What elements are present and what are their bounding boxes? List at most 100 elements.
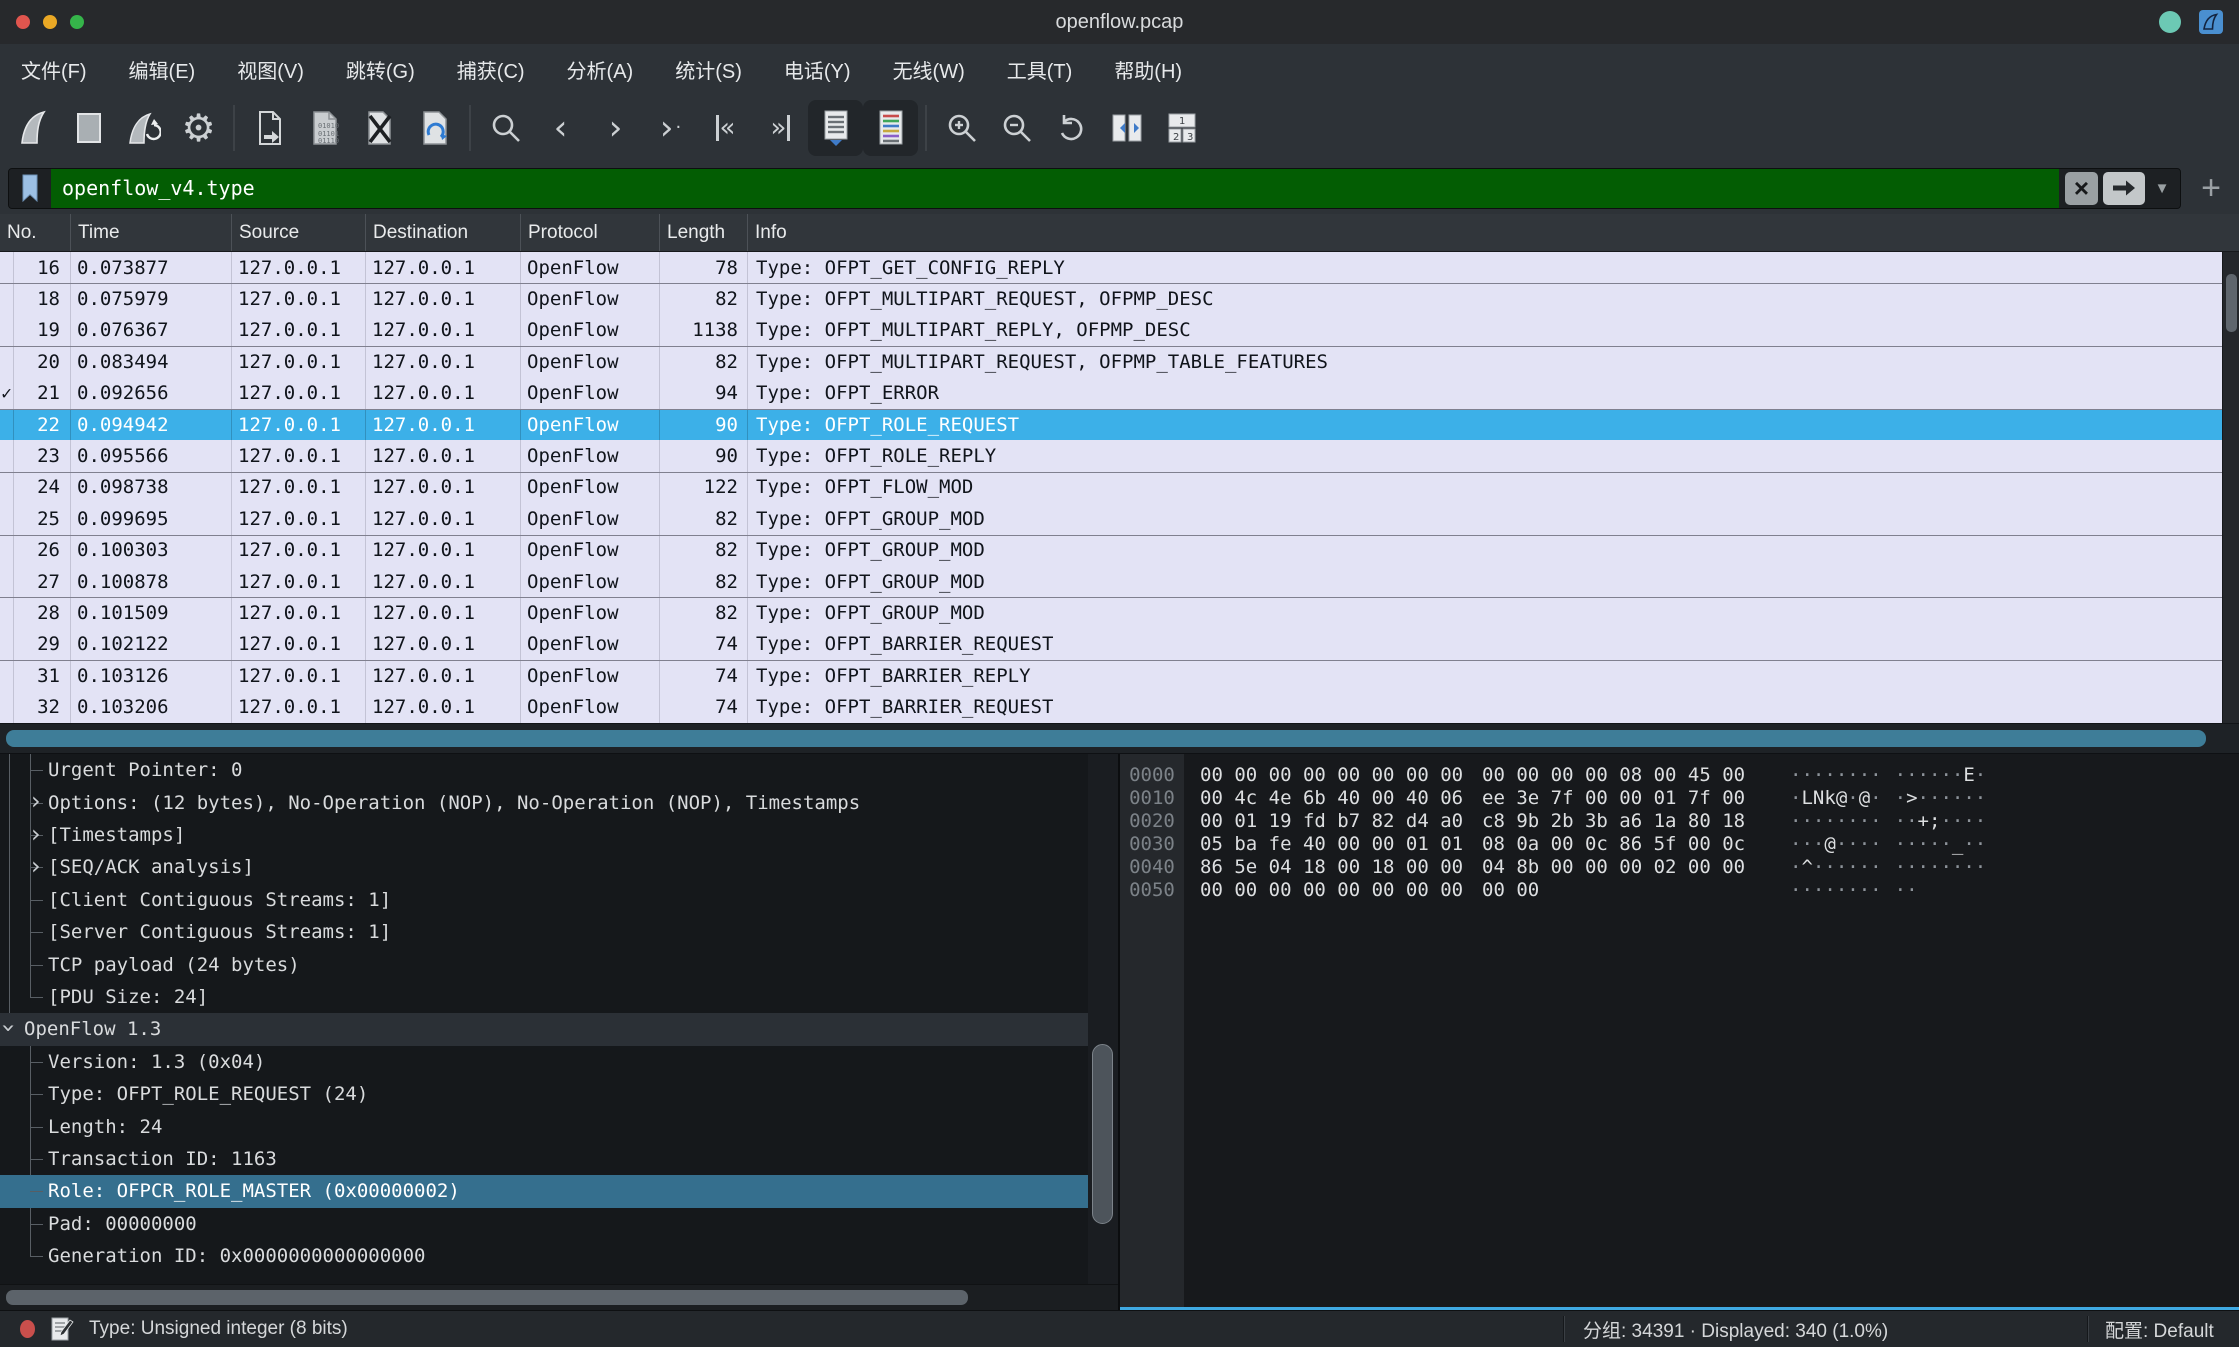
reload-file-button[interactable]	[407, 100, 462, 156]
display-filter-input[interactable]: openflow_v4.type	[51, 169, 2059, 208]
resize-columns-button[interactable]	[1099, 100, 1154, 156]
column-header-length[interactable]: Length	[660, 214, 748, 251]
auto-scroll-toggle[interactable]	[808, 100, 863, 156]
menu-item-1[interactable]: 文件(F)	[0, 55, 108, 84]
packet-row[interactable]: ✓210.092656127.0.0.1127.0.0.1OpenFlow94T…	[0, 378, 2239, 409]
colorize-toggle[interactable]	[863, 100, 918, 156]
detail-row[interactable]: Transaction ID: 1163	[0, 1143, 1088, 1175]
number-columns-button[interactable]: 123	[1154, 100, 1209, 156]
column-header-info[interactable]: Info	[748, 214, 2239, 251]
hex-row[interactable]: 001000 4c 4e 6b 40 00 40 06ee 3e 7f 00 0…	[1120, 786, 2239, 809]
menu-item-2[interactable]: 编辑(E)	[108, 55, 217, 84]
cell-info: Type: OFPT_BARRIER_REPLY	[748, 660, 2239, 691]
menu-item-8[interactable]: 电话(Y)	[763, 55, 872, 84]
column-header-no[interactable]: No.	[0, 214, 71, 251]
filter-add-button[interactable]: +	[2193, 170, 2229, 206]
detail-row[interactable]: ›Options: (12 bytes), No-Operation (NOP)…	[0, 786, 1088, 818]
hex-row[interactable]: 000000 00 00 00 00 00 00 0000 00 00 00 0…	[1120, 763, 2239, 786]
menu-item-7[interactable]: 统计(S)	[654, 55, 763, 84]
menu-item-6[interactable]: 分析(A)	[546, 55, 655, 84]
restart-capture-button[interactable]	[116, 100, 171, 156]
close-file-button[interactable]	[352, 100, 407, 156]
packet-row[interactable]: 230.095566127.0.0.1127.0.0.1OpenFlow90Ty…	[0, 440, 2239, 471]
packet-row[interactable]: 260.100303127.0.0.1127.0.0.1OpenFlow82Ty…	[0, 535, 2239, 566]
expand-arrow-icon[interactable]: ›	[31, 854, 41, 878]
hex-row[interactable]: 003005 ba fe 40 00 00 01 0108 0a 00 0c 8…	[1120, 832, 2239, 855]
capture-options-button[interactable]: ⚙	[171, 100, 226, 156]
menu-item-5[interactable]: 捕获(C)	[436, 55, 546, 84]
scrollbar-handle[interactable]	[1092, 1044, 1113, 1224]
filter-clear-button[interactable]: ×	[2065, 172, 2098, 205]
column-header-time[interactable]: Time	[71, 214, 232, 251]
status-bar: Type: Unsigned integer (8 bits) 分组: 3439…	[0, 1310, 2239, 1347]
scrollbar-handle[interactable]	[6, 1290, 968, 1305]
detail-row[interactable]: Urgent Pointer: 0	[0, 754, 1088, 786]
packet-list-horizontal-scrollbar[interactable]	[0, 723, 2239, 754]
filter-bookmark-button[interactable]	[9, 169, 51, 208]
detail-row[interactable]: [PDU Size: 24]	[0, 981, 1088, 1013]
packet-row[interactable]: 280.101509127.0.0.1127.0.0.1OpenFlow82Ty…	[0, 597, 2239, 628]
packet-row[interactable]: 290.102122127.0.0.1127.0.0.1OpenFlow74Ty…	[0, 629, 2239, 660]
collapse-arrow-icon[interactable]: ›	[0, 1023, 21, 1033]
packet-row[interactable]: 180.075979127.0.0.1127.0.0.1OpenFlow82Ty…	[0, 283, 2239, 314]
column-header-protocol[interactable]: Protocol	[521, 214, 660, 251]
filter-dropdown-button[interactable]: ▼	[2150, 180, 2174, 197]
go-forward-button[interactable]: ›	[588, 100, 643, 156]
details-horizontal-scrollbar[interactable]	[0, 1284, 1118, 1310]
detail-row[interactable]: [Server Contiguous Streams: 1]	[0, 916, 1088, 948]
capture-comment-icon[interactable]	[50, 1316, 74, 1342]
menu-item-3[interactable]: 视图(V)	[216, 55, 325, 84]
packet-row[interactable]: 310.103126127.0.0.1127.0.0.1OpenFlow74Ty…	[0, 660, 2239, 691]
zoom-out-button[interactable]	[989, 100, 1044, 156]
hex-row[interactable]: 002000 01 19 fd b7 82 d4 a0c8 9b 2b 3b a…	[1120, 809, 2239, 832]
menu-item-9[interactable]: 无线(W)	[872, 55, 986, 84]
packet-row[interactable]: 200.083494127.0.0.1127.0.0.1OpenFlow82Ty…	[0, 346, 2239, 377]
stop-capture-button[interactable]	[61, 100, 116, 156]
details-vertical-scrollbar[interactable]	[1088, 754, 1118, 1284]
expand-arrow-icon[interactable]: ›	[31, 822, 41, 846]
packet-list-vertical-scrollbar[interactable]	[2222, 252, 2239, 723]
zoom-in-button[interactable]	[934, 100, 989, 156]
detail-row[interactable]: [Client Contiguous Streams: 1]	[0, 884, 1088, 916]
detail-row[interactable]: Type: OFPT_ROLE_REQUEST (24)	[0, 1078, 1088, 1110]
hex-row[interactable]: 004086 5e 04 18 00 18 00 0004 8b 00 00 0…	[1120, 855, 2239, 878]
column-header-source[interactable]: Source	[232, 214, 366, 251]
menu-item-4[interactable]: 跳转(G)	[325, 55, 436, 84]
column-header-destination[interactable]: Destination	[366, 214, 521, 251]
first-packet-button[interactable]: «	[698, 100, 753, 156]
menu-item-10[interactable]: 工具(T)	[986, 55, 1094, 84]
scrollbar-handle[interactable]	[6, 730, 2206, 747]
packet-row[interactable]: 320.103206127.0.0.1127.0.0.1OpenFlow74Ty…	[0, 691, 2239, 722]
packet-row[interactable]: 270.100878127.0.0.1127.0.0.1OpenFlow82Ty…	[0, 566, 2239, 597]
detail-row[interactable]: TCP payload (24 bytes)	[0, 948, 1088, 980]
detail-row[interactable]: Role: OFPCR_ROLE_MASTER (0x00000002)	[0, 1175, 1088, 1207]
packet-row[interactable]: 220.094942127.0.0.1127.0.0.1OpenFlow90Ty…	[0, 409, 2239, 440]
detail-row[interactable]: Length: 24	[0, 1110, 1088, 1142]
detail-row[interactable]: Version: 1.3 (0x04)	[0, 1046, 1088, 1078]
last-packet-button[interactable]: »	[753, 100, 808, 156]
menu-item-11[interactable]: 帮助(H)	[1093, 55, 1203, 84]
detail-row[interactable]: Generation ID: 0x0000000000000000	[0, 1240, 1088, 1272]
packet-row[interactable]: 240.098738127.0.0.1127.0.0.1OpenFlow122T…	[0, 472, 2239, 503]
scrollbar-handle[interactable]	[2226, 274, 2237, 332]
detail-row[interactable]: Pad: 00000000	[0, 1208, 1088, 1240]
detail-row[interactable]: ›[Timestamps]	[0, 819, 1088, 851]
packet-row[interactable]: 250.099695127.0.0.1127.0.0.1OpenFlow82Ty…	[0, 503, 2239, 534]
packet-row[interactable]: 160.073877127.0.0.1127.0.0.1OpenFlow78Ty…	[0, 252, 2239, 283]
find-packet-button[interactable]	[478, 100, 533, 156]
cell-time: 0.092656	[71, 378, 232, 409]
save-file-button[interactable]: 010100110101110	[297, 100, 352, 156]
profile-text[interactable]: 配置: Default	[2089, 1316, 2239, 1343]
go-to-packet-button[interactable]: ›·	[643, 100, 698, 156]
zoom-reset-button[interactable]	[1044, 100, 1099, 156]
start-capture-button[interactable]	[6, 100, 61, 156]
hex-row[interactable]: 005000 00 00 00 00 00 00 0000 00········…	[1120, 878, 2239, 901]
detail-row[interactable]: ›[SEQ/ACK analysis]	[0, 851, 1088, 883]
go-back-button[interactable]: ‹	[533, 100, 588, 156]
filter-apply-button[interactable]	[2103, 172, 2145, 205]
expert-info-icon[interactable]	[20, 1320, 35, 1338]
packet-row[interactable]: 190.076367127.0.0.1127.0.0.1OpenFlow1138…	[0, 315, 2239, 346]
open-file-button[interactable]	[242, 100, 297, 156]
detail-row[interactable]: ›OpenFlow 1.3	[0, 1013, 1088, 1045]
expand-arrow-icon[interactable]: ›	[31, 789, 41, 813]
